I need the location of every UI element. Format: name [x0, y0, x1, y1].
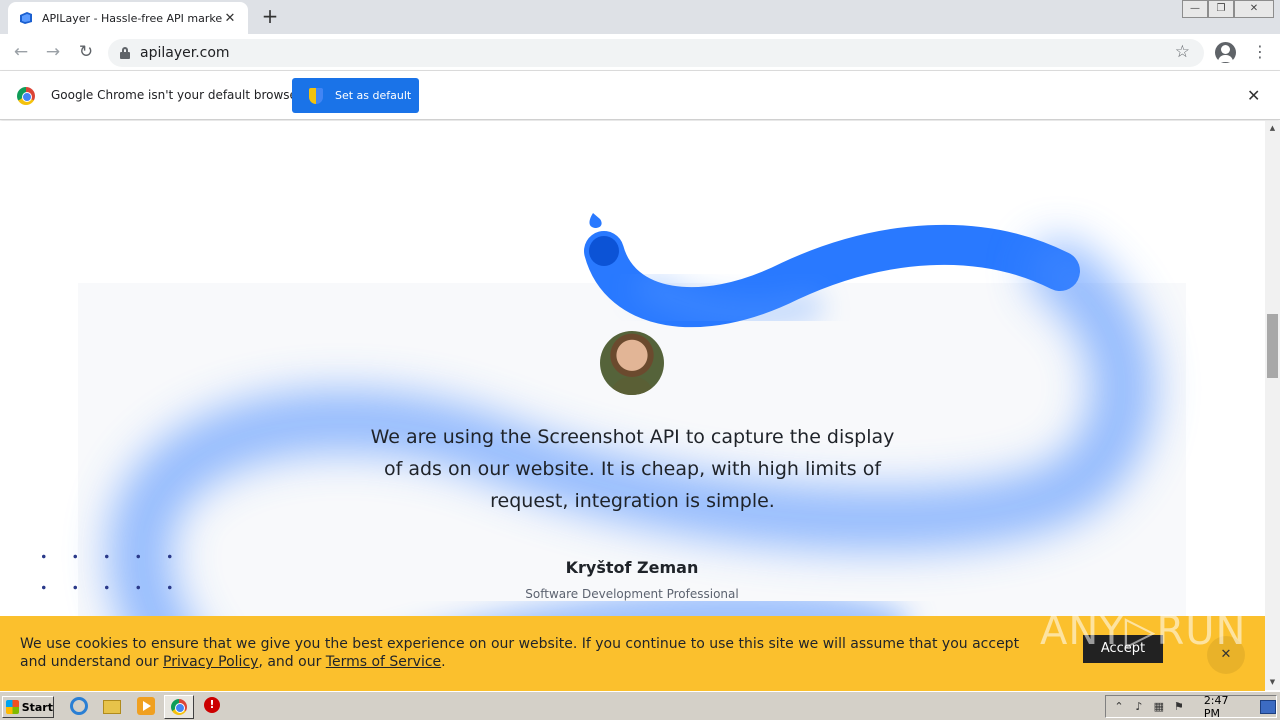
- shield-icon: [308, 87, 324, 104]
- scroll-up-arrow-icon[interactable]: ▲: [1265, 121, 1280, 136]
- back-arrow-icon[interactable]: ←: [10, 42, 32, 64]
- ribbon-drop: [589, 213, 602, 228]
- cookie-text-after: .: [441, 654, 446, 670]
- infobar-message: Google Chrome isn't your default browser: [51, 88, 302, 102]
- testimonial-quote: We are using the Screenshot API to captu…: [370, 426, 895, 512]
- media-player-icon[interactable]: [137, 697, 157, 717]
- action-center-flag-icon[interactable]: ⚑: [1172, 700, 1186, 714]
- testimonial-author: Kryštof Zeman: [565, 558, 699, 577]
- page-viewport: We are using the Screenshot API to captu…: [0, 121, 1265, 690]
- minimize-button[interactable]: —: [1182, 0, 1208, 18]
- menu-icon[interactable]: ⋮: [1252, 42, 1268, 62]
- reload-icon[interactable]: ↻: [75, 42, 97, 64]
- tray-expand-icon[interactable]: ⌃: [1112, 700, 1126, 714]
- profile-icon[interactable]: [1215, 42, 1236, 63]
- system-tray: ⌃ ♪ ▦ ⚑ 2:47 PM: [1105, 694, 1277, 720]
- privacy-policy-link[interactable]: Privacy Policy: [163, 654, 258, 670]
- network-icon[interactable]: ▦: [1152, 700, 1166, 714]
- address-bar[interactable]: apilayer.com ☆: [108, 39, 1204, 67]
- windows-logo-icon: [6, 700, 19, 714]
- browser-tab[interactable]: APILayer - Hassle-free API marketpl ✕: [8, 2, 248, 34]
- star-icon[interactable]: ☆: [1175, 42, 1190, 62]
- new-tab-button[interactable]: +: [258, 5, 282, 29]
- tab-strip: APILayer - Hassle-free API marketpl ✕ + …: [0, 0, 1280, 34]
- accept-cookies-button[interactable]: Accept: [1083, 635, 1163, 663]
- terms-of-service-link[interactable]: Terms of Service: [326, 654, 441, 670]
- clock[interactable]: 2:47 PM: [1204, 694, 1248, 720]
- scroll-down-arrow-icon[interactable]: ▼: [1265, 675, 1280, 690]
- lock-icon[interactable]: [120, 47, 130, 59]
- vertical-scrollbar[interactable]: ▲ ▼: [1265, 121, 1280, 690]
- decorative-dot-grid: [28, 541, 198, 611]
- tab-close-icon[interactable]: ✕: [222, 11, 238, 26]
- maximize-button[interactable]: ❐: [1208, 0, 1234, 18]
- taskbar: Start ! ⌃ ♪ ▦ ⚑ 2:47 PM: [0, 691, 1280, 720]
- cookie-close-icon[interactable]: ✕: [1207, 636, 1245, 674]
- url-text[interactable]: apilayer.com: [140, 45, 230, 61]
- cookie-message: We use cookies to ensure that we give yo…: [20, 635, 1020, 671]
- window-controls: — ❐ ✕: [1182, 0, 1274, 18]
- set-as-default-button[interactable]: Set as default: [292, 78, 419, 113]
- close-window-button[interactable]: ✕: [1234, 0, 1274, 18]
- start-button[interactable]: Start: [2, 696, 54, 718]
- chrome-taskbar-button[interactable]: [164, 695, 194, 719]
- show-desktop-icon[interactable]: [1260, 699, 1276, 714]
- forward-arrow-icon[interactable]: →: [42, 42, 64, 64]
- set-as-default-label: Set as default: [335, 89, 412, 102]
- cookie-text-middle: , and our: [258, 654, 326, 670]
- chrome-logo-icon: [17, 87, 35, 105]
- volume-icon[interactable]: ♪: [1132, 700, 1146, 714]
- apilayer-favicon-icon: [20, 12, 32, 24]
- internet-explorer-icon[interactable]: [70, 697, 90, 717]
- ribbon-end-dot: [589, 236, 619, 266]
- file-explorer-icon[interactable]: [103, 697, 123, 717]
- cookie-consent-bar: We use cookies to ensure that we give yo…: [0, 616, 1265, 691]
- infobar-close-icon[interactable]: ✕: [1247, 86, 1260, 105]
- browser-toolbar: ← → ↻ apilayer.com ☆ ⋮: [0, 34, 1280, 71]
- stop-sign-icon[interactable]: !: [204, 697, 224, 717]
- testimonial-role: Software Development Professional: [525, 587, 739, 601]
- avatar: [600, 331, 664, 395]
- tab-title: APILayer - Hassle-free API marketpl: [42, 11, 222, 25]
- chrome-icon: [171, 699, 187, 715]
- start-label: Start: [21, 700, 53, 714]
- scrollbar-thumb[interactable]: [1267, 314, 1278, 378]
